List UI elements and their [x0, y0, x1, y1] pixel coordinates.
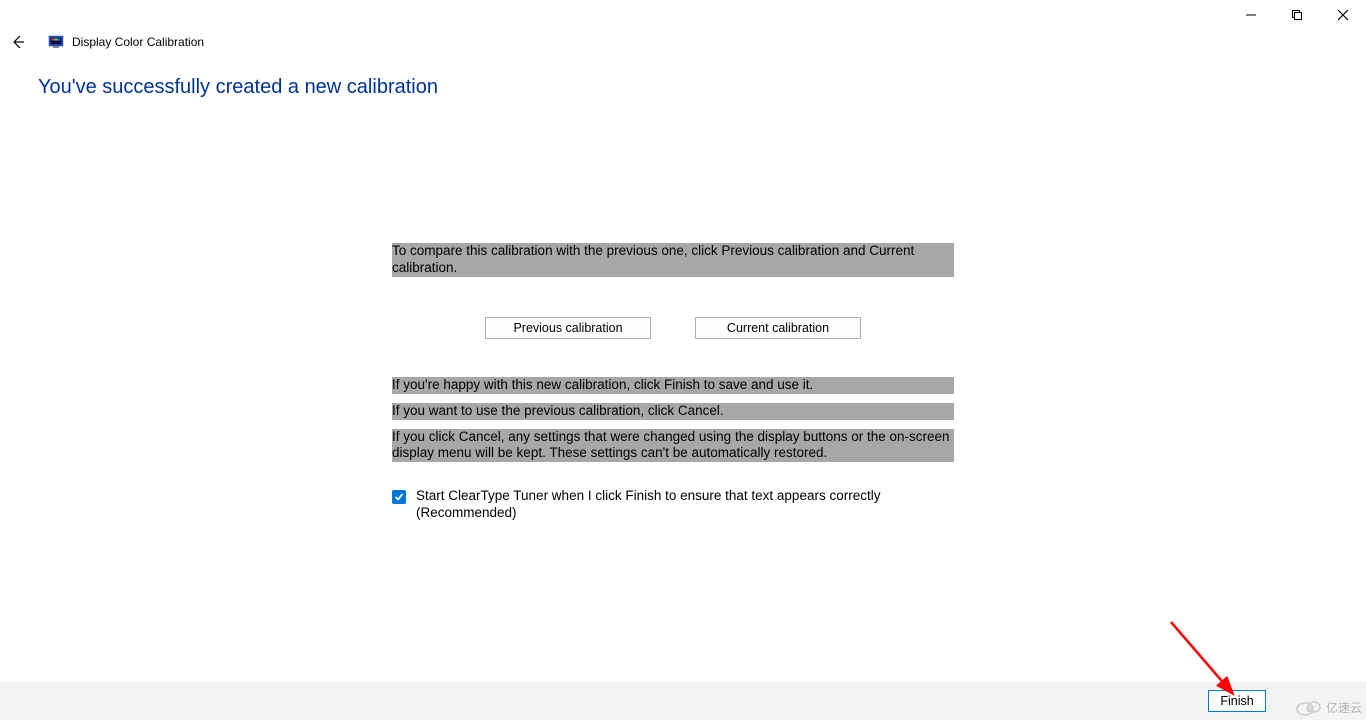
compare-instruction-text: To compare this calibration with the pre… — [392, 243, 954, 277]
footer-bar: Finish — [0, 682, 1366, 720]
current-calibration-button[interactable]: Current calibration — [695, 317, 861, 339]
cleartype-checkbox-label: Start ClearType Tuner when I click Finis… — [416, 488, 954, 522]
finish-button[interactable]: Finish — [1208, 690, 1266, 712]
watermark: 亿速云 — [1296, 699, 1362, 716]
close-button[interactable] — [1320, 0, 1366, 30]
app-icon — [48, 34, 64, 50]
cleartype-checkbox[interactable] — [392, 490, 406, 504]
cancel-instruction-text: If you want to use the previous calibrat… — [392, 403, 954, 420]
previous-calibration-button[interactable]: Previous calibration — [485, 317, 651, 339]
back-button[interactable] — [8, 32, 28, 52]
maximize-button[interactable] — [1274, 0, 1320, 30]
minimize-button[interactable] — [1228, 0, 1274, 30]
window-title: Display Color Calibration — [72, 35, 204, 49]
page-heading: You've successfully created a new calibr… — [0, 58, 1366, 99]
finish-instruction-text: If you're happy with this new calibratio… — [392, 377, 954, 394]
cancel-warning-text: If you click Cancel, any settings that w… — [392, 429, 954, 463]
